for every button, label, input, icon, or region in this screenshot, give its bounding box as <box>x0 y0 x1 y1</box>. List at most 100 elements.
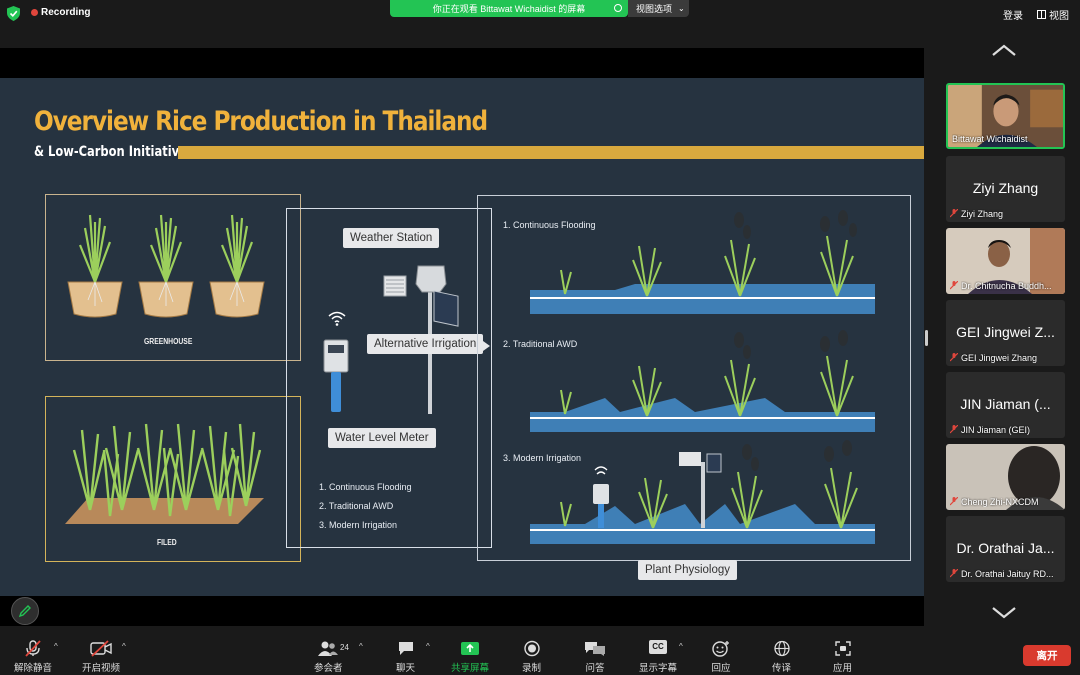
interpretation-button[interactable]: 传译 <box>772 640 791 674</box>
login-button[interactable]: 登录 <box>1003 7 1023 22</box>
greenhouse-caption: GREENHOUSE <box>144 337 193 346</box>
title-underline-bar <box>178 146 924 159</box>
weather-station-tag: Weather Station <box>343 228 440 248</box>
slide-subtitle: & Low-Carbon Initiatives <box>34 144 194 160</box>
modern-irrigation-illustration <box>530 440 875 544</box>
muted-mic-icon <box>950 425 958 434</box>
start-video-button[interactable]: 开启视频 <box>82 640 120 674</box>
participant-name: Dr. Chitnucha Buddh... <box>961 281 1052 291</box>
participant-tile-7[interactable]: Dr. Orathai Ja... Dr. Orathai Jaituy RD.… <box>946 516 1065 582</box>
middle-list-item-1: 1. Continuous Flooding <box>319 482 412 492</box>
apps-icon <box>834 641 851 656</box>
participants-caret-icon[interactable]: ^ <box>359 642 363 651</box>
share-screen-label: 共享屏幕 <box>451 663 490 674</box>
scroll-down-chevron-icon[interactable] <box>991 606 1017 620</box>
view-button[interactable]: 视图 <box>1037 7 1069 22</box>
captions-button[interactable]: CC 显示字幕 <box>639 640 677 674</box>
plant-physiology-tag: Plant Physiology <box>638 560 738 580</box>
participant-name: Cheng Zhi-NXCDM <box>961 497 1039 507</box>
participant-name: JIN Jiaman (GEI) <box>961 425 1031 435</box>
middle-list-item-2: 2. Traditional AWD <box>319 501 394 511</box>
continuous-flooding-illustration <box>530 210 875 314</box>
participants-icon <box>318 641 339 656</box>
participant-tile-6[interactable]: Cheng Zhi-NXCDM <box>946 444 1065 510</box>
participant-display-name: Ziyi Zhang <box>972 180 1039 196</box>
qa-bubbles-icon <box>585 642 605 656</box>
captions-caret-icon[interactable]: ^ <box>679 642 683 651</box>
closed-captions-icon: CC <box>649 640 667 654</box>
apps-button[interactable]: 应用 <box>833 640 852 674</box>
video-off-icon <box>90 640 112 657</box>
participants-label: 参会者 <box>314 663 343 674</box>
leave-button[interactable]: 离开 <box>1023 645 1071 666</box>
participants-count: 24 <box>340 643 349 652</box>
participant-tile-3[interactable]: Dr. Chitnucha Buddh... <box>946 228 1065 294</box>
traditional-awd-illustration <box>530 330 875 432</box>
participant-display-name: GEI Jingwei Z... <box>956 324 1055 340</box>
chevron-down-icon: ⌄ <box>678 4 685 13</box>
muted-mic-icon <box>950 209 958 218</box>
muted-mic-icon <box>950 281 958 290</box>
panel-resize-handle[interactable] <box>925 330 928 346</box>
unmute-button[interactable]: 解除静音 <box>14 640 52 674</box>
muted-mic-icon <box>950 569 958 578</box>
chat-caret-icon[interactable]: ^ <box>426 642 430 651</box>
participant-tile-2[interactable]: Ziyi Zhang Ziyi Zhang <box>946 156 1065 222</box>
chat-bubble-icon <box>398 642 413 655</box>
start-video-label: 开启视频 <box>82 663 121 674</box>
apps-label: 应用 <box>833 663 853 674</box>
muted-mic-icon <box>950 353 958 362</box>
record-icon <box>523 640 540 657</box>
field-caption: FILED <box>157 538 177 547</box>
middle-list-item-3: 3. Modern Irrigation <box>319 520 398 530</box>
reactions-button[interactable]: 回应 <box>711 640 731 674</box>
recording-dot-icon <box>31 9 38 16</box>
share-screen-icon <box>461 642 479 655</box>
wifi-icon <box>328 311 346 326</box>
chat-label: 聊天 <box>396 663 416 674</box>
recording-label: Recording <box>41 7 91 18</box>
participant-display-name: JIN Jiaman (... <box>960 396 1051 412</box>
qa-label: 问答 <box>585 663 605 674</box>
audio-options-caret-icon[interactable]: ^ <box>54 642 58 651</box>
captions-label: 显示字幕 <box>639 663 678 674</box>
unmute-label: 解除静音 <box>14 663 53 674</box>
participant-name: GEI Jingwei Zhang <box>961 353 1038 363</box>
share-indicator-icon <box>614 4 622 12</box>
participant-name: Bittawat Wichaidist <box>952 134 1028 144</box>
water-level-meter-icon <box>323 339 349 412</box>
smiley-plus-icon <box>712 641 729 657</box>
muted-mic-icon <box>25 640 41 657</box>
view-options-button[interactable]: 视图选项 ⌄ <box>628 0 689 17</box>
participant-tile-5[interactable]: JIN Jiaman (... JIN Jiaman (GEI) <box>946 372 1065 438</box>
muted-mic-icon <box>950 497 958 506</box>
globe-icon <box>773 640 790 657</box>
participant-tile-4[interactable]: GEI Jingwei Z... GEI Jingwei Zhang <box>946 300 1065 366</box>
field-rice-illustration <box>65 423 264 524</box>
participant-name: Dr. Orathai Jaituy RD... <box>961 569 1054 579</box>
view-options-label: 视图选项 <box>636 4 673 14</box>
record-label: 录制 <box>522 663 542 674</box>
participants-button[interactable]: 参会者 <box>314 640 343 674</box>
view-label: 视图 <box>1049 11 1069 22</box>
qa-button[interactable]: 问答 <box>584 640 606 674</box>
pencil-icon <box>18 605 31 618</box>
video-options-caret-icon[interactable]: ^ <box>122 642 126 651</box>
annotate-pencil-button[interactable] <box>11 597 39 625</box>
slide-title: Overview Rice Production in Thailand <box>34 106 488 137</box>
participant-display-name: Dr. Orathai Ja... <box>956 540 1055 556</box>
reactions-label: 回应 <box>711 663 731 674</box>
grid-view-icon <box>1037 10 1046 19</box>
participant-tile-1[interactable]: Bittawat Wichaidist <box>946 83 1065 149</box>
scroll-up-chevron-icon[interactable] <box>991 43 1017 57</box>
chat-button[interactable]: 聊天 <box>396 640 415 674</box>
shield-check-icon[interactable] <box>7 6 20 21</box>
record-button[interactable]: 录制 <box>522 640 541 674</box>
alternative-irrigation-tag: Alternative Irrigation <box>367 334 491 354</box>
participant-name: Ziyi Zhang <box>961 209 1004 219</box>
interpretation-label: 传译 <box>772 663 792 674</box>
screen-share-banner: 你正在观看 Bittawat Wichaidist 的屏幕 <box>390 0 628 17</box>
share-screen-button[interactable]: 共享屏幕 <box>451 640 489 674</box>
potted-rice-illustration <box>67 213 266 319</box>
screen-share-banner-text: 你正在观看 Bittawat Wichaidist 的屏幕 <box>432 4 586 14</box>
